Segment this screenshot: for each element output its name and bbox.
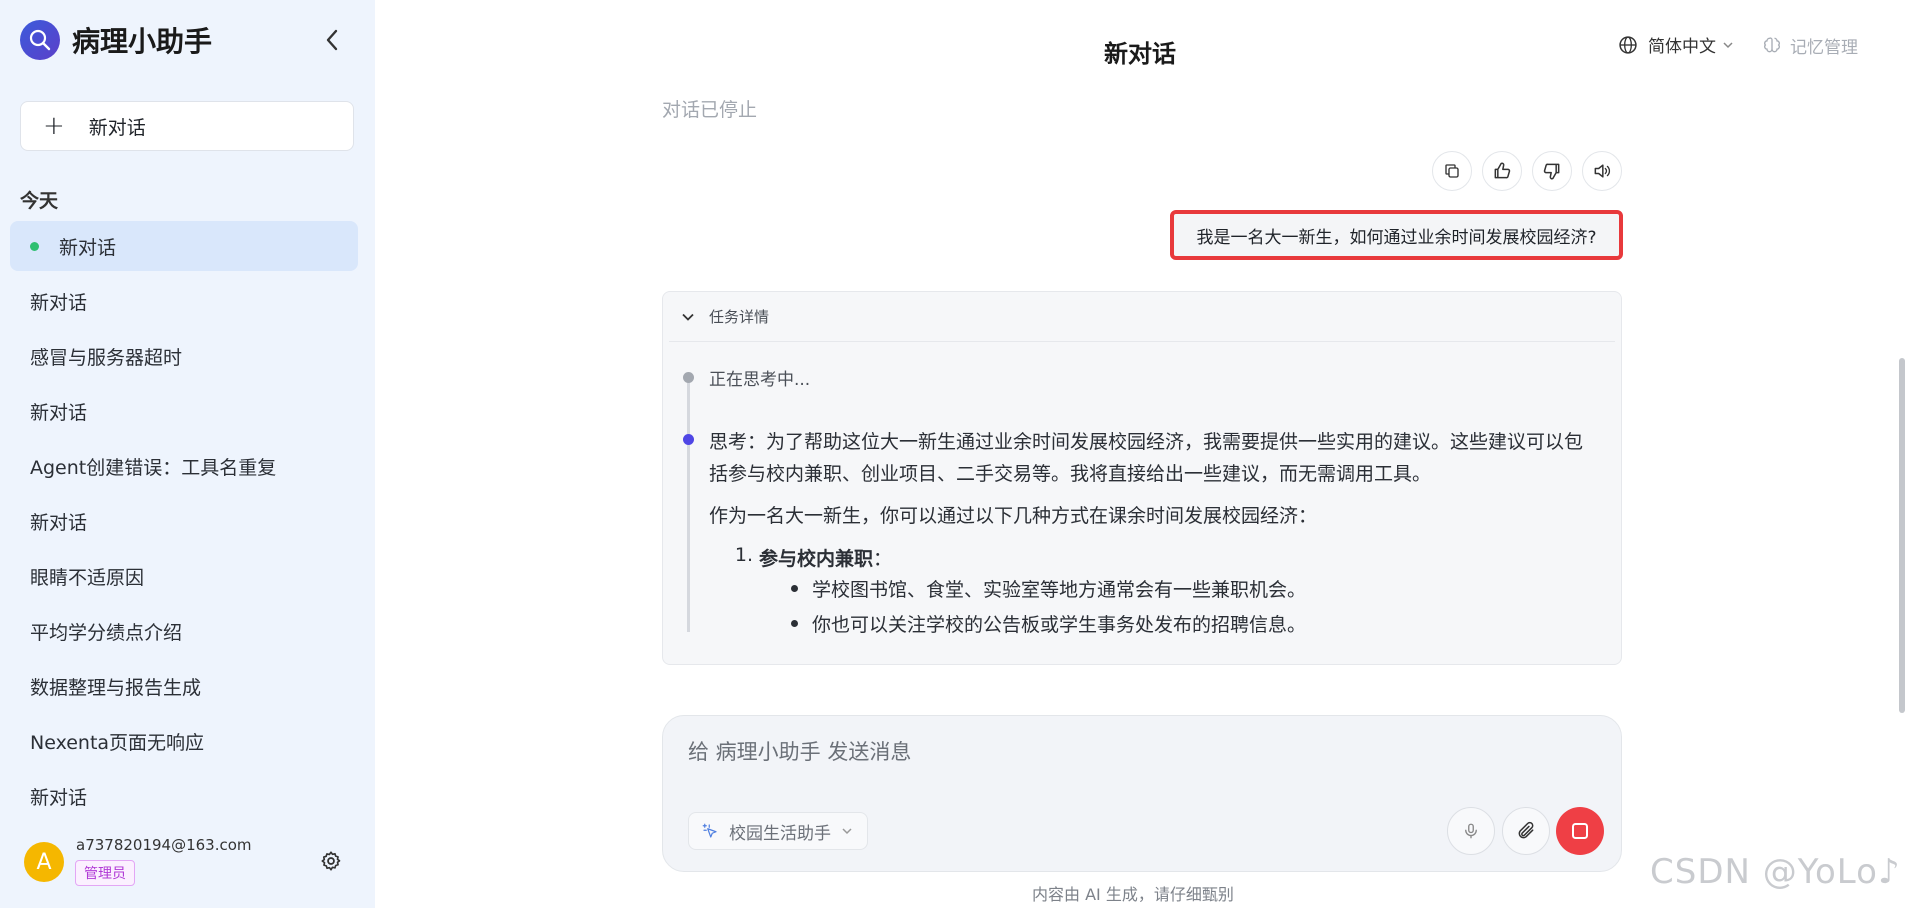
bullet-dot-icon xyxy=(791,585,798,592)
history-item[interactable]: 新对话 xyxy=(10,276,358,326)
stop-icon xyxy=(1572,823,1588,839)
message-input[interactable] xyxy=(688,732,1568,772)
user-message-bubble: 我是一名大一新生，如何通过业余时间发展校园经济? xyxy=(1170,210,1623,260)
answer-list: 1. 参与校内兼职 ： 学校图书馆、食堂、实验室等地方通常会有一些兼职机会。 你… xyxy=(709,544,1306,641)
role-badge: 管理员 xyxy=(75,860,135,886)
message-actions xyxy=(1432,151,1622,191)
page-title: 新对话 xyxy=(1104,40,1176,68)
brain-icon xyxy=(1764,37,1780,53)
sparkle-cursor-icon xyxy=(702,823,717,838)
chevron-down-icon xyxy=(842,828,852,835)
timeline-line xyxy=(687,376,690,632)
ai-disclaimer: 内容由 AI 生成，请仔细甄别 xyxy=(1032,885,1234,904)
dislike-button[interactable] xyxy=(1532,151,1572,191)
task-details-card: 任务详情 正在思考中... 思考：为了帮助这位大一新生通过业余时间发展校园经济，… xyxy=(662,291,1622,665)
microphone-icon xyxy=(1465,823,1477,839)
history-item-label: 感冒与服务器超时 xyxy=(30,346,183,369)
like-button[interactable] xyxy=(1482,151,1522,191)
list-item-title: 1. 参与校内兼职 ： xyxy=(709,544,1306,571)
language-label: 简体中文 xyxy=(1648,37,1716,57)
stop-generation-button[interactable] xyxy=(1556,807,1604,855)
brand-title: 病理小助手 xyxy=(72,25,213,58)
history-item-label: 新对话 xyxy=(30,291,88,314)
plus-icon: + xyxy=(43,111,65,141)
new-chat-label: 新对话 xyxy=(88,116,146,139)
sidebar: 病理小助手 + 新对话 今天 新对话 新对话 感冒与服务器超时 新对话 Agen… xyxy=(0,0,375,908)
history-item[interactable]: 眼睛不适原因 xyxy=(10,551,358,601)
collapse-sidebar-button[interactable] xyxy=(318,26,346,54)
thought-text: 思考：为了帮助这位大一新生通过业余时间发展校园经济，我需要提供一些实用的建议。这… xyxy=(709,431,1584,485)
timeline-dot-active xyxy=(683,434,694,445)
watermark: CSDN @YoLo♪ xyxy=(1650,852,1901,892)
gear-icon xyxy=(321,851,341,871)
user-email: a737820194@163.com xyxy=(76,836,252,854)
read-aloud-button[interactable] xyxy=(1582,151,1622,191)
speaker-icon xyxy=(1594,164,1610,178)
history-item-active[interactable]: 新对话 xyxy=(10,221,358,271)
list-item-heading: 参与校内兼职 xyxy=(759,548,874,570)
list-item-suffix: ： xyxy=(873,548,893,570)
attach-file-button[interactable] xyxy=(1502,807,1550,855)
history-item[interactable]: 新对话 xyxy=(10,771,358,821)
chevron-down-icon xyxy=(682,313,694,321)
copy-icon xyxy=(1445,164,1459,178)
voice-input-button[interactable] xyxy=(1447,807,1495,855)
history-item[interactable]: 新对话 xyxy=(10,386,358,436)
list-item-number: 1. xyxy=(734,544,753,566)
timeline-dot xyxy=(683,372,694,383)
bullet-text: 你也可以关注学校的公告板或学生事务处发布的招聘信息。 xyxy=(812,614,1307,636)
history-item[interactable]: Agent创建错误：工具名重复 xyxy=(10,441,358,491)
bullet-dot-icon xyxy=(791,620,798,627)
conversation-stopped-note: 对话已停止 xyxy=(662,99,758,121)
history-item-label: Agent创建错误：工具名重复 xyxy=(30,456,277,479)
bullet-text: 学校图书馆、食堂、实验室等地方通常会有一些兼职机会。 xyxy=(812,579,1307,601)
active-dot-icon xyxy=(30,241,39,251)
agent-label: 校园生活助手 xyxy=(729,823,831,844)
chevron-left-icon xyxy=(326,29,338,51)
list-bullet: 你也可以关注学校的公告板或学生事务处发布的招聘信息。 xyxy=(791,606,1306,641)
thumbs-up-icon xyxy=(1494,162,1511,179)
new-chat-button[interactable]: + 新对话 xyxy=(20,101,354,151)
memory-label: 记忆管理 xyxy=(1790,37,1858,58)
history-item[interactable]: Nexenta页面无响应 xyxy=(10,716,358,766)
user-message-text: 我是一名大一新生，如何通过业余时间发展校园经济? xyxy=(1196,227,1597,248)
history-item-label: 平均学分绩点介绍 xyxy=(30,621,183,644)
paperclip-icon xyxy=(1518,821,1534,839)
globe-icon xyxy=(1619,35,1637,54)
thinking-status: 正在思考中... xyxy=(709,370,811,390)
message-composer: 校园生活助手 xyxy=(662,715,1622,872)
brand: 病理小助手 xyxy=(20,20,212,60)
history-item[interactable]: 平均学分绩点介绍 xyxy=(10,606,358,656)
history-item-label: 眼睛不适原因 xyxy=(30,566,145,589)
history-item-label: 新对话 xyxy=(59,236,117,259)
scrollbar[interactable] xyxy=(1899,358,1905,713)
answer-intro: 作为一名大一新生，你可以通过以下几种方式在课余时间发展校园经济： xyxy=(709,505,1318,527)
history-item-label: Nexenta页面无响应 xyxy=(30,731,205,754)
thumbs-down-icon xyxy=(1543,163,1560,180)
brand-logo-icon xyxy=(20,20,60,60)
list-bullet: 学校图书馆、食堂、实验室等地方通常会有一些兼职机会。 xyxy=(791,571,1306,606)
history-item-label: 新对话 xyxy=(30,786,88,809)
task-details-label: 任务详情 xyxy=(709,308,770,326)
chat-history-list: 新对话 新对话 感冒与服务器超时 新对话 Agent创建错误：工具名重复 新对话… xyxy=(10,221,358,826)
copy-button[interactable] xyxy=(1432,151,1472,191)
history-item[interactable]: 新对话 xyxy=(10,496,358,546)
task-details-toggle[interactable]: 任务详情 xyxy=(669,292,1615,342)
history-item-label: 数据整理与报告生成 xyxy=(30,676,202,699)
history-item[interactable]: 感冒与服务器超时 xyxy=(10,331,358,381)
memory-management-button[interactable]: 记忆管理 xyxy=(1762,28,1858,62)
agent-select[interactable]: 校园生活助手 xyxy=(688,812,868,850)
language-select[interactable]: 简体中文 xyxy=(1618,32,1734,57)
section-today-heading: 今天 xyxy=(20,190,59,212)
avatar[interactable]: A xyxy=(24,842,64,882)
user-panel: A a737820194@163.com 管理员 xyxy=(24,836,354,888)
chevron-down-icon xyxy=(1723,41,1733,48)
history-item-label: 新对话 xyxy=(30,401,88,424)
history-item[interactable]: 数据整理与报告生成 xyxy=(10,661,358,711)
history-item-label: 新对话 xyxy=(30,511,88,534)
settings-button[interactable] xyxy=(320,850,344,874)
